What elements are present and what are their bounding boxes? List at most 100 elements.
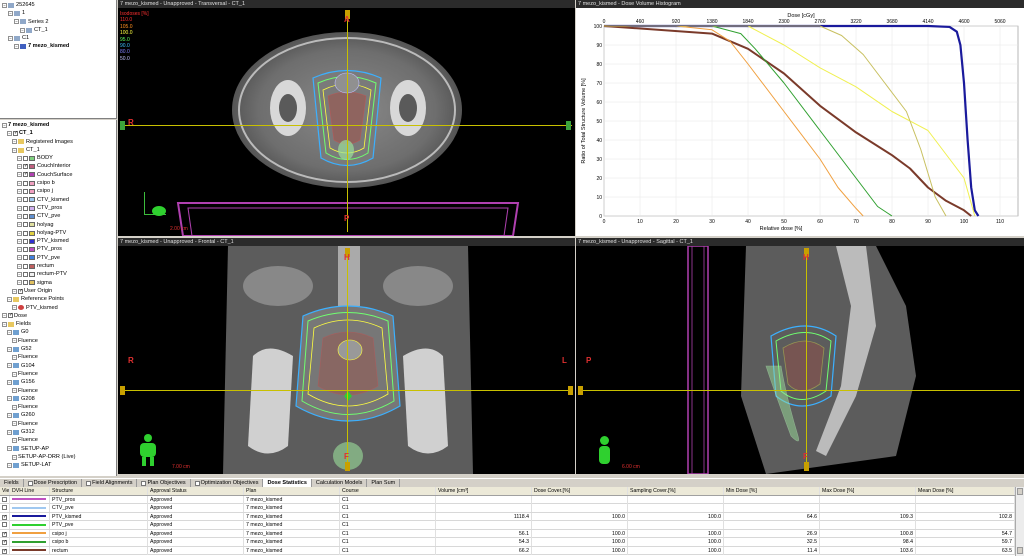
expand-icon[interactable]: − xyxy=(7,429,12,435)
tab-checkbox[interactable] xyxy=(194,480,200,486)
left-marker[interactable] xyxy=(120,386,125,395)
scope-tree-item[interactable]: − Fluence xyxy=(2,436,114,444)
scope-tree-item[interactable]: − Fields xyxy=(2,320,114,328)
scope-tree-item[interactable]: − SETUP-AP-DRR (Live) xyxy=(2,453,114,461)
visibility-checkbox[interactable] xyxy=(23,230,28,236)
visibility-checkbox[interactable]: ✓ xyxy=(13,130,18,136)
column-header[interactable]: Volume [cm³] xyxy=(436,487,532,495)
row-visibility-checkbox[interactable]: ✓ xyxy=(2,540,7,545)
tab-dose-statistics[interactable]: Dose Statistics xyxy=(263,479,312,487)
visibility-checkbox[interactable] xyxy=(23,189,28,195)
dvh-line-swatch[interactable] xyxy=(12,532,46,535)
patient-tree-item[interactable]: − Series 2 xyxy=(2,18,114,26)
scope-tree-item[interactable]: − G156 xyxy=(2,378,114,386)
scope-tree-item[interactable]: − ✓ CouchInterior xyxy=(2,162,114,170)
column-header[interactable]: Min Dose [%] xyxy=(724,487,820,495)
visibility-checkbox[interactable]: ✓ xyxy=(8,313,13,319)
scope-tree-item[interactable]: − Fluence xyxy=(2,420,114,428)
table-row[interactable]: PTV_pros Approved 7 mezo_kismed C1 xyxy=(0,495,1015,504)
column-header[interactable]: Approval Status xyxy=(148,487,244,495)
expand-icon[interactable]: − xyxy=(7,396,12,402)
expand-icon[interactable]: − xyxy=(17,172,22,178)
scope-tree-item[interactable]: − csipo b xyxy=(2,179,114,187)
visibility-checkbox[interactable] xyxy=(23,213,28,219)
scope-tree-item[interactable]: − SETUP-AP xyxy=(2,445,114,453)
bottom-marker[interactable] xyxy=(804,462,809,471)
visibility-checkbox[interactable] xyxy=(23,271,28,277)
scope-tree-item[interactable]: − G260 xyxy=(2,411,114,419)
column-header[interactable]: Structure xyxy=(50,487,148,495)
expand-icon[interactable]: − xyxy=(17,255,22,261)
patient-tree-item[interactable]: −1 xyxy=(2,9,114,17)
visibility-checkbox[interactable] xyxy=(23,222,28,228)
expand-icon[interactable]: − xyxy=(2,321,7,327)
tab-calculation-models[interactable]: Calculation Models xyxy=(312,479,368,487)
scope-tree-item[interactable]: − sigma xyxy=(2,279,114,287)
expand-icon[interactable]: − xyxy=(17,263,22,269)
scope-tree-item[interactable]: − holyag-PTV xyxy=(2,229,114,237)
scope-tree-item[interactable]: − Fluence xyxy=(2,387,114,395)
expand-icon[interactable]: − xyxy=(7,462,12,468)
dvh-line-swatch[interactable] xyxy=(12,506,46,509)
expand-icon[interactable]: − xyxy=(12,139,17,145)
tab-plan-sum[interactable]: Plan Sum xyxy=(367,479,401,487)
visibility-checkbox[interactable] xyxy=(23,205,28,211)
expand-icon[interactable]: − xyxy=(17,205,22,211)
scope-tree-item[interactable]: − Fluence xyxy=(2,403,114,411)
column-header[interactable]: View xyxy=(0,487,10,495)
transversal-view[interactable]: 7 mezo_kismed - Unapproved - Transversal… xyxy=(118,0,575,236)
bottom-marker[interactable] xyxy=(345,462,350,471)
dvh-line-swatch[interactable] xyxy=(12,523,46,526)
expand-icon[interactable]: − xyxy=(7,130,12,136)
scope-tree-item[interactable]: − G0 xyxy=(2,328,114,336)
left-marker[interactable] xyxy=(120,121,125,130)
table-row[interactable]: ✓ rectum Approved 7 mezo_kismed C1 66.2 100.0 1… xyxy=(0,546,1015,555)
expand-icon[interactable]: − xyxy=(2,313,7,319)
table-scrollbar[interactable] xyxy=(1015,487,1024,556)
scope-tree-item[interactable]: −7 mezo_kismed xyxy=(2,121,114,129)
scope-tree-item[interactable]: − ✓ User Origin xyxy=(2,287,114,295)
dvh-line-swatch[interactable] xyxy=(12,540,46,543)
tab-checkbox[interactable] xyxy=(86,480,92,486)
scope-tree-item[interactable]: − Registered Images xyxy=(2,138,114,146)
scope-tree-item[interactable]: − rectum xyxy=(2,262,114,270)
visibility-checkbox[interactable]: ✓ xyxy=(23,164,28,170)
scope-tree-item[interactable]: − G52 xyxy=(2,345,114,353)
tab-fields[interactable]: Fields xyxy=(0,479,24,487)
column-header[interactable]: Sampling Cover.[%] xyxy=(628,487,724,495)
scope-tree-item[interactable]: − BODY xyxy=(2,154,114,162)
expand-icon[interactable]: − xyxy=(7,330,12,336)
dvh-line-swatch[interactable] xyxy=(12,498,46,501)
expand-icon[interactable]: − xyxy=(2,122,7,128)
expand-icon[interactable]: − xyxy=(12,147,17,153)
expand-icon[interactable]: − xyxy=(7,413,12,419)
sagittal-view[interactable]: 7 mezo_kismed - Unapproved - Sagittal - … xyxy=(576,238,1024,474)
frontal-view[interactable]: 7 mezo_kismed - Unapproved - Frontal - C… xyxy=(118,238,575,474)
visibility-checkbox[interactable] xyxy=(23,180,28,186)
scope-tree-item[interactable]: − SETUP-LAT xyxy=(2,461,114,469)
expand-icon[interactable]: − xyxy=(12,338,17,344)
dvh-view[interactable]: 7 mezo_kismed - Dose Volume Histogram 01… xyxy=(576,0,1024,236)
tab-dose-prescription[interactable]: Dose Prescription xyxy=(24,479,83,487)
table-row[interactable]: ✓ PTV_kismed Approved 7 mezo_kismed C1 1118.4… xyxy=(0,512,1015,521)
scope-tree-item[interactable]: − G312 xyxy=(2,428,114,436)
left-marker[interactable] xyxy=(578,386,583,395)
patient-tree-item[interactable]: − CT_1 xyxy=(2,26,114,34)
expand-icon[interactable]: − xyxy=(14,19,19,25)
expand-icon[interactable]: − xyxy=(20,27,25,33)
visibility-checkbox[interactable] xyxy=(23,238,28,244)
table-row[interactable]: CTV_pve Approved 7 mezo_kismed C1 xyxy=(0,504,1015,513)
visibility-checkbox[interactable] xyxy=(23,255,28,261)
expand-icon[interactable]: − xyxy=(7,379,12,385)
row-visibility-checkbox[interactable] xyxy=(2,522,7,527)
tab-plan-objectives[interactable]: Plan Objectives xyxy=(137,479,191,487)
expand-icon[interactable]: − xyxy=(12,421,17,427)
table-row[interactable]: PTV_pve Approved 7 mezo_kismed C1 xyxy=(0,521,1015,530)
scope-tree-item[interactable]: − G104 xyxy=(2,362,114,370)
expand-icon[interactable]: − xyxy=(17,180,22,186)
scope-tree-item[interactable]: − Reference Points xyxy=(2,295,114,303)
scope-tree-item[interactable]: − CT_1 xyxy=(2,146,114,154)
scope-tree-item[interactable]: − G208 xyxy=(2,395,114,403)
column-header[interactable]: Course xyxy=(340,487,436,495)
expand-icon[interactable]: − xyxy=(7,363,12,369)
